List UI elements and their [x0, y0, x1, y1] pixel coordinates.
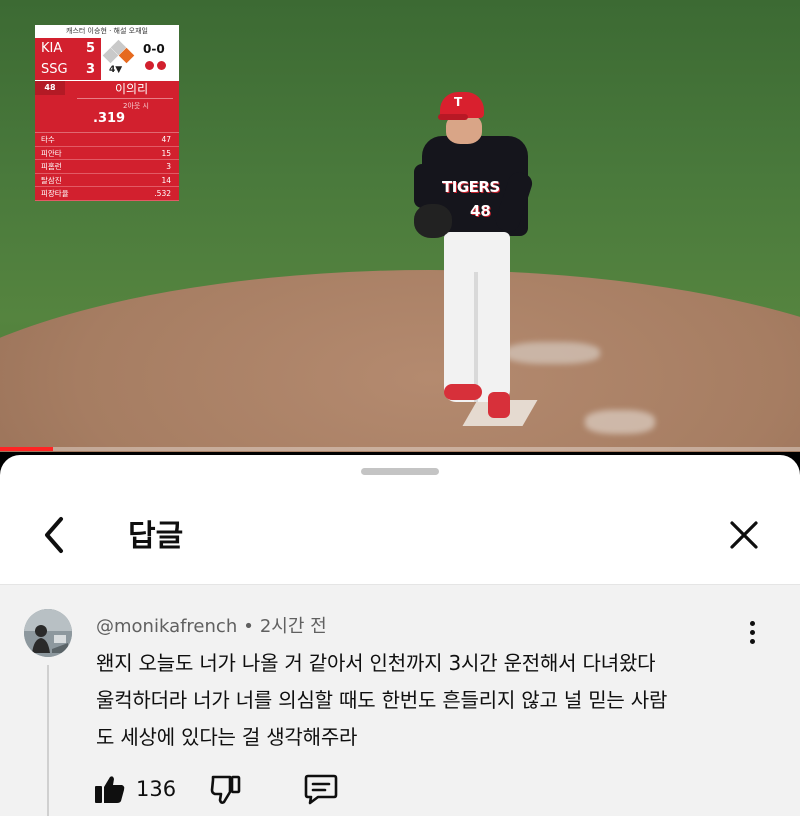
- dislike-button[interactable]: [210, 773, 242, 805]
- player-number: 48: [35, 81, 65, 95]
- situation-label: 2아웃 시: [123, 102, 149, 110]
- stat-value: 14: [161, 175, 171, 185]
- stat-row: 피안타 15: [35, 147, 179, 160]
- stat-value: 3: [166, 162, 171, 171]
- chalk-mark: [585, 410, 655, 434]
- comment-item: @monikafrench • 2시간 전 왠지 오늘도 너가 나올 거 같아서 인…: [0, 585, 800, 816]
- thread-line: [47, 665, 49, 816]
- comment-time: 2시간 전: [259, 616, 327, 637]
- stat-value: 15: [161, 148, 171, 158]
- stat-row: 피홈런 3: [35, 160, 179, 174]
- stat-row: 타수 47: [35, 133, 179, 147]
- drag-handle[interactable]: [361, 468, 439, 475]
- comment-line: 도 세상에 있다는 걸 생각해주라: [96, 725, 358, 749]
- divider: [77, 98, 173, 99]
- more-vertical-icon: [749, 620, 755, 626]
- back-button[interactable]: [36, 513, 72, 557]
- thumbs-down-icon: [210, 775, 241, 804]
- score-row: KIA 5 SSG 3 4▼ 0-0: [35, 38, 179, 80]
- reply-icon: [304, 774, 338, 805]
- comment-actions: 136: [94, 773, 338, 805]
- out-dot-icon: [157, 61, 166, 70]
- pitchers-mound: [0, 270, 800, 452]
- stat-label: 타수: [41, 135, 55, 144]
- glove: [414, 204, 452, 238]
- team-row: KIA 5: [35, 38, 101, 59]
- player-card: 48 이의리 2아웃 시 .319: [35, 80, 179, 132]
- player-stats: 타수 47 피안타 15 피홈런 3 탈삼진 14 피장타율 .532: [35, 132, 179, 201]
- more-vertical-icon: [749, 629, 755, 635]
- scoreboard-overlay: 캐스터 이승현 · 해설 오재일 KIA 5 SSG 3 4▼ 0-0 48 이…: [35, 25, 179, 201]
- like-count: 136: [136, 777, 177, 801]
- stat-row: 탈삼진 14: [35, 174, 179, 187]
- stat-label: 탈삼진: [41, 175, 62, 185]
- replies-sheet: 답글 @monikafrench • 2시간 전 왠지 오늘도 너가 나올 거 …: [0, 455, 800, 816]
- team-runs: 5: [85, 41, 95, 56]
- outs-indicator: [145, 61, 166, 70]
- situation-avg: .319: [93, 111, 126, 126]
- close-icon: [730, 521, 758, 549]
- team-row: SSG 3: [35, 59, 101, 80]
- comment-line: 울컥하더라 너가 너를 의심할 때도 한번도 흔들리지 않고 널 믿는 사람: [96, 688, 668, 712]
- more-vertical-icon: [749, 638, 755, 644]
- team-name: SSG: [41, 62, 68, 77]
- out-dot-icon: [145, 61, 154, 70]
- jersey-number: 48: [470, 202, 491, 220]
- thumbs-up-icon: [95, 776, 125, 803]
- player-name: 이의리: [115, 82, 149, 96]
- comment-line: 왠지 오늘도 너가 나올 거 같아서 인천까지 3시간 운전해서 다녀왔다: [96, 651, 656, 675]
- like-button[interactable]: 136: [94, 774, 176, 804]
- more-options-button[interactable]: [740, 617, 764, 647]
- comment-author[interactable]: @monikafrench: [96, 616, 237, 637]
- video-progress-fill: [0, 447, 53, 451]
- team-scores: KIA 5 SSG 3: [35, 38, 101, 80]
- ball-strike-count: 0-0: [143, 42, 165, 56]
- shoe: [488, 392, 510, 418]
- pitcher-figure: T TIGERS 48: [410, 92, 540, 422]
- sheet-title: 답글: [128, 519, 184, 554]
- stat-row: 피장타율 .532: [35, 187, 179, 201]
- game-state: 4▼ 0-0: [101, 38, 179, 80]
- avatar[interactable]: [24, 609, 72, 657]
- video-progress-bar[interactable]: [0, 447, 800, 451]
- stat-label: 피안타: [41, 148, 62, 158]
- team-runs: 3: [85, 62, 95, 77]
- shoe: [444, 384, 482, 400]
- inning-indicator: 4▼: [109, 65, 123, 75]
- jersey-text: TIGERS: [442, 178, 500, 196]
- pitcher-pants: [444, 232, 510, 402]
- video-player[interactable]: T TIGERS 48 캐스터 이승현 · 해설 오재일 KIA 5 SSG 3: [0, 0, 800, 452]
- stat-label: 피장타율: [41, 189, 69, 198]
- reply-button[interactable]: [304, 773, 338, 805]
- close-button[interactable]: [724, 515, 764, 555]
- cap-logo: T: [454, 95, 463, 109]
- chevron-left-icon: [45, 517, 63, 553]
- stat-label: 피홈런: [41, 162, 62, 171]
- team-name: KIA: [41, 41, 63, 56]
- comment-meta: @monikafrench • 2시간 전: [96, 612, 327, 638]
- cap-bill: [438, 114, 468, 120]
- avatar-image-icon: [24, 609, 72, 657]
- stat-value: 47: [161, 135, 171, 144]
- meta-separator: •: [243, 616, 254, 637]
- stat-value: .532: [154, 189, 171, 198]
- comment-body: 왠지 오늘도 너가 나올 거 같아서 인천까지 3시간 운전해서 다녀왔다 울컥…: [96, 645, 756, 756]
- broadcast-credits: 캐스터 이승현 · 해설 오재일: [35, 25, 179, 38]
